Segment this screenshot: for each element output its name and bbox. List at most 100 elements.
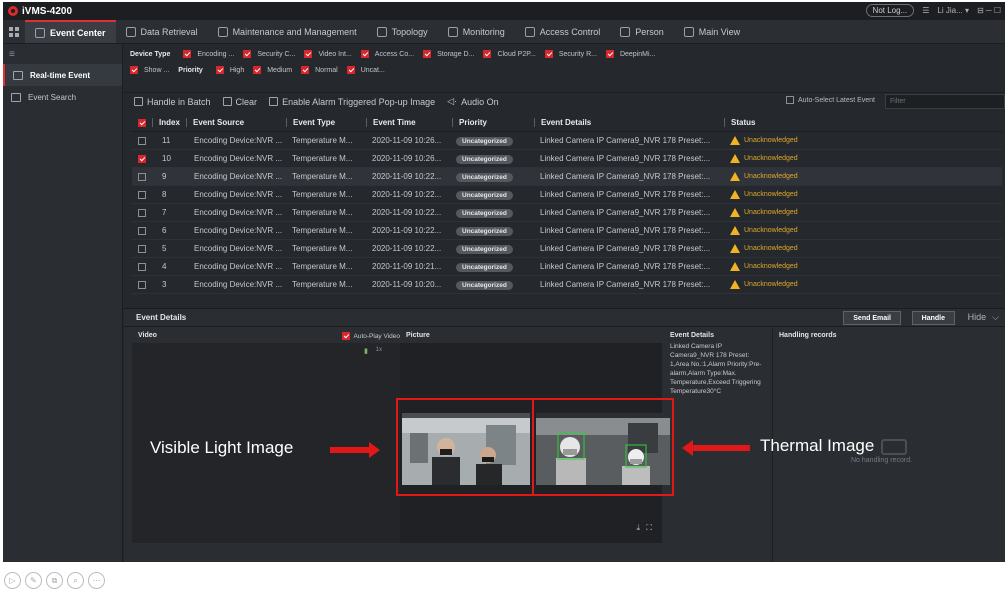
cloud-login-button[interactable]: Not Log...	[865, 4, 915, 17]
checkbox[interactable]	[304, 50, 313, 58]
row-checkbox[interactable]	[138, 262, 146, 271]
checkbox[interactable]	[301, 66, 310, 74]
hide-button[interactable]: Hide ⌵	[968, 312, 999, 323]
cell-type: Temperature M...	[292, 280, 353, 289]
warning-icon	[730, 280, 740, 289]
checkbox[interactable]	[423, 50, 432, 58]
cell-index: 10	[162, 154, 171, 163]
cell-index: 9	[162, 172, 167, 181]
apps-grid-icon[interactable]	[9, 26, 19, 37]
row-checkbox[interactable]	[138, 226, 146, 235]
sidebar-item-realtime-event[interactable]: Real-time Event	[3, 64, 122, 86]
cell-details: Linked Camera IP Camera9_NVR 178 Preset:…	[540, 244, 711, 253]
checkbox[interactable]	[253, 66, 262, 74]
cell-source: Encoding Device:NVR ...	[194, 172, 283, 181]
table-row[interactable]: 5 Encoding Device:NVR ... Temperature M...…	[132, 240, 1002, 258]
speed-icon[interactable]: 1x	[376, 347, 382, 353]
col-event-source[interactable]: Event Source	[186, 118, 286, 127]
checkbox[interactable]	[130, 66, 138, 74]
row-checkbox[interactable]	[138, 172, 146, 181]
auto-select-latest[interactable]: Auto-Select Latest Event	[785, 96, 875, 104]
checkbox[interactable]	[544, 50, 553, 58]
row-checkbox[interactable]	[138, 280, 146, 289]
col-event-time[interactable]: Event Time	[366, 118, 452, 127]
row-checkbox[interactable]	[138, 136, 146, 145]
audio-on-button[interactable]: ◁· Audio On	[447, 96, 498, 107]
row-checkbox[interactable]	[138, 154, 146, 163]
select-all-checkbox[interactable]	[138, 118, 146, 127]
user-menu[interactable]: Li Jia... ▾	[937, 6, 969, 15]
autoplay-toggle[interactable]: Auto-Play Video	[341, 332, 400, 340]
clear-button[interactable]: Clear	[222, 97, 257, 107]
picture-label: Picture	[406, 332, 430, 339]
table-row[interactable]: 6 Encoding Device:NVR ... Temperature M...…	[132, 222, 1002, 240]
cell-time: 2020-11-09 10:22...	[372, 226, 442, 235]
table-row[interactable]: 7 Encoding Device:NVR ... Temperature M...…	[132, 204, 1002, 222]
cell-details: Linked Camera IP Camera9_NVR 178 Preset:…	[540, 154, 711, 163]
fullscreen-icon[interactable]: ⛶	[646, 523, 652, 533]
col-priority[interactable]: Priority	[452, 118, 534, 127]
row-checkbox[interactable]	[138, 244, 146, 253]
handle-button[interactable]: Handle	[911, 311, 955, 325]
table-row[interactable]: 4 Encoding Device:NVR ... Temperature M...…	[132, 258, 1002, 276]
title-bar: iVMS-4200 Not Log... ☰ Li Jia... ▾ ⊟ ─ ☐	[3, 2, 1005, 20]
filter-input[interactable]: Filter	[885, 94, 1005, 109]
sidebar-collapse-icon[interactable]: ≡	[3, 44, 122, 64]
table-body: 11 Encoding Device:NVR ... Temperature M..…	[132, 132, 1002, 294]
checkbox[interactable]	[605, 50, 614, 58]
tab-monitoring[interactable]: Monitoring	[438, 20, 515, 43]
checkbox[interactable]	[215, 66, 224, 74]
col-event-details[interactable]: Event Details	[534, 118, 724, 127]
checkbox[interactable]	[183, 50, 192, 58]
play-icon[interactable]: ▷	[4, 572, 21, 589]
copy-icon[interactable]: ⧉	[46, 572, 63, 589]
tab-main-view[interactable]: Main View	[674, 20, 750, 43]
no-record-text: No handling record.	[851, 457, 913, 464]
table-header: Index Event Source Event Type Event Time…	[132, 114, 1002, 132]
tab-maintenance[interactable]: Maintenance and Management	[208, 20, 367, 43]
cell-details: Linked Camera IP Camera9_NVR 178 Preset:…	[540, 208, 711, 217]
tab-access-control[interactable]: Access Control	[515, 20, 611, 43]
handle-batch-button[interactable]: Handle in Batch	[134, 97, 211, 107]
table-row[interactable]: 8 Encoding Device:NVR ... Temperature M...…	[132, 186, 1002, 204]
col-status[interactable]: Status	[724, 118, 874, 127]
table-row[interactable]: 9 Encoding Device:NVR ... Temperature M...…	[132, 168, 1002, 186]
tab-person[interactable]: Person	[610, 20, 674, 43]
row-checkbox[interactable]	[138, 208, 146, 217]
col-index[interactable]: Index	[152, 118, 186, 127]
cell-source: Encoding Device:NVR ...	[194, 280, 283, 289]
checkbox[interactable]	[243, 50, 252, 58]
checkbox[interactable]	[785, 96, 794, 104]
sidebar-item-event-search[interactable]: Event Search	[3, 86, 122, 108]
send-email-button[interactable]: Send Email	[843, 311, 901, 325]
row-checkbox[interactable]	[138, 190, 146, 199]
tab-data-retrieval[interactable]: Data Retrieval	[116, 20, 208, 43]
status-text: Unacknowledged	[744, 155, 798, 162]
download-icon[interactable]: ⤓	[636, 523, 640, 533]
warning-icon	[730, 244, 740, 253]
warning-icon	[730, 190, 740, 199]
window-controls[interactable]: ⊟ ─ ☐	[977, 6, 1001, 15]
priority-badge: Uncategorized	[456, 226, 513, 236]
download-icon[interactable]: ▮	[364, 347, 368, 355]
more-icon[interactable]: ⋯	[88, 572, 105, 589]
tab-topology[interactable]: Topology	[367, 20, 438, 43]
checkbox[interactable]	[483, 50, 492, 58]
status-text: Unacknowledged	[744, 263, 798, 270]
table-row[interactable]: 3 Encoding Device:NVR ... Temperature M...…	[132, 276, 1002, 294]
tab-event-center[interactable]: Event Center	[25, 20, 116, 43]
col-event-type[interactable]: Event Type	[286, 118, 366, 127]
checkbox[interactable]	[341, 332, 350, 340]
menu-icon[interactable]: ☰	[922, 6, 929, 15]
checkbox[interactable]	[346, 66, 355, 74]
table-row[interactable]: 10 Encoding Device:NVR ... Temperature M..…	[132, 150, 1002, 168]
cell-source: Encoding Device:NVR ...	[194, 244, 283, 253]
edit-icon[interactable]: ✎	[25, 572, 42, 589]
priority-badge: Uncategorized	[456, 244, 513, 254]
table-row[interactable]: 11 Encoding Device:NVR ... Temperature M..…	[132, 132, 1002, 150]
checkbox[interactable]	[360, 50, 369, 58]
zoom-icon[interactable]: ⌕	[67, 572, 84, 589]
cell-index: 4	[162, 262, 167, 271]
enable-popup-button[interactable]: Enable Alarm Triggered Pop-up Image	[269, 97, 435, 107]
cell-details: Linked Camera IP Camera9_NVR 178 Preset:…	[540, 136, 711, 145]
